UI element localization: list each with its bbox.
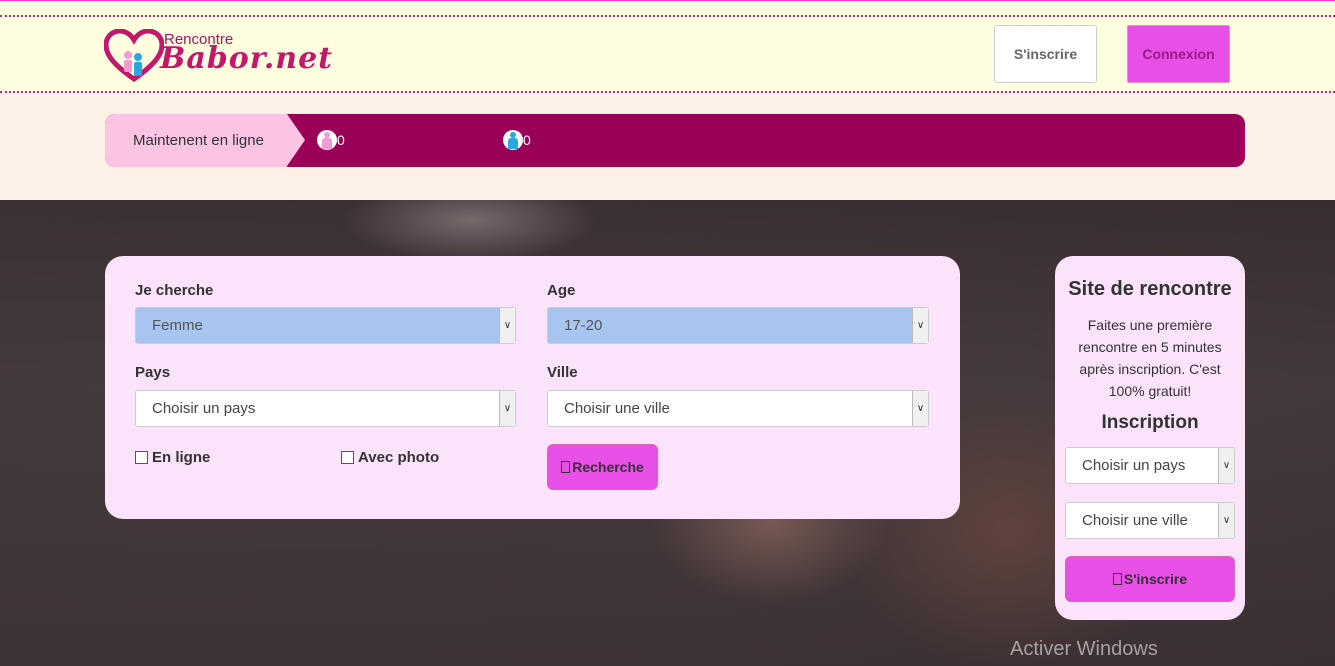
header-dotted-line: [0, 91, 1335, 93]
age-label: Age: [547, 282, 576, 299]
signup-city-select[interactable]: Choisir une ville ∨: [1065, 502, 1235, 539]
online-checkbox[interactable]: [135, 451, 148, 464]
online-label-arrow: [287, 114, 305, 166]
signup-country-select[interactable]: Choisir un pays ∨: [1065, 447, 1235, 484]
signup-title: Site de rencontre: [1068, 278, 1232, 300]
signup-button-icon: [1112, 573, 1122, 585]
male-count-value: 0: [523, 132, 531, 148]
male-user-icon: [503, 130, 523, 150]
search-button[interactable]: Recherche: [547, 444, 658, 490]
signup-description: Faites une première rencontre en 5 minut…: [1078, 317, 1222, 399]
online-users-bar: Maintenent en ligne 0 0: [105, 114, 1245, 167]
chevron-down-icon: ∨: [912, 391, 928, 426]
chevron-down-icon: ∨: [1218, 448, 1234, 483]
windows-activation-watermark: Activer Windows: [1010, 638, 1158, 660]
photo-filter[interactable]: Avec photo: [341, 449, 439, 466]
signup-country-value: Choisir un pays: [1082, 457, 1186, 474]
search-button-icon: [561, 461, 571, 473]
country-value: Choisir un pays: [152, 400, 256, 417]
search-panel: Je cherche Femme ∨ Age 17-20 ∨ Pays Choi…: [105, 256, 960, 519]
online-female-count: 0: [317, 130, 345, 150]
chevron-down-icon: ∨: [499, 391, 515, 426]
online-male-count: 0: [503, 130, 531, 150]
looking-for-value: Femme: [152, 317, 203, 334]
city-value: Choisir une ville: [564, 400, 670, 417]
photo-checkbox-label: Avec photo: [358, 449, 440, 466]
country-select[interactable]: Choisir un pays ∨: [135, 390, 516, 427]
header: Rencontre Babor.net S'inscrire Connexion: [0, 0, 1335, 93]
signup-button-label: S'inscrire: [1123, 571, 1188, 587]
signup-subtitle: Inscription: [1101, 412, 1199, 433]
city-select[interactable]: Choisir une ville ∨: [547, 390, 929, 427]
header-dotted-line: [0, 15, 1335, 17]
city-label: Ville: [547, 364, 578, 381]
signup-button[interactable]: S'inscrire: [994, 25, 1097, 83]
online-filter[interactable]: En ligne: [135, 449, 210, 466]
online-checkbox-label: En ligne: [152, 449, 211, 466]
looking-for-label: Je cherche: [135, 282, 214, 299]
age-value: 17-20: [564, 317, 603, 334]
signup-panel: Site de rencontre Faites une première re…: [1055, 256, 1245, 620]
age-select[interactable]: 17-20 ∨: [547, 307, 929, 344]
looking-for-select[interactable]: Femme ∨: [135, 307, 516, 344]
logo[interactable]: Rencontre Babor.net: [104, 29, 344, 85]
signup-submit-button[interactable]: S'inscrire: [1065, 556, 1235, 602]
photo-checkbox[interactable]: [341, 451, 354, 464]
female-user-icon: [317, 130, 337, 150]
heart-logo-icon: [104, 29, 164, 83]
signup-city-value: Choisir une ville: [1082, 512, 1188, 529]
chevron-down-icon: ∨: [912, 308, 928, 343]
female-count-value: 0: [337, 132, 345, 148]
chevron-down-icon: ∨: [499, 308, 515, 343]
chevron-down-icon: ∨: [1218, 503, 1234, 538]
country-label: Pays: [135, 364, 171, 381]
logo-big-text: Babor.net: [160, 41, 334, 76]
online-label: Maintenent en ligne: [105, 114, 287, 167]
login-button[interactable]: Connexion: [1127, 25, 1230, 83]
search-button-label: Recherche: [572, 459, 644, 475]
